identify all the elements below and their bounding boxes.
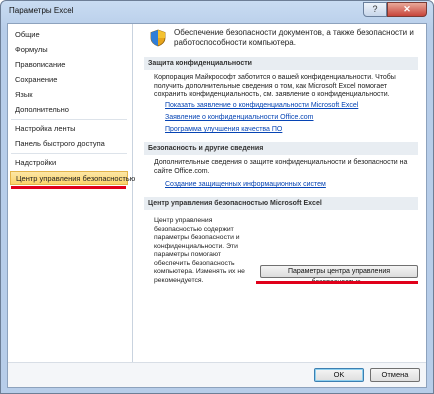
secure-systems-link[interactable]: Создание защищенных информационных систе… — [165, 181, 326, 188]
window-title: Параметры Excel — [9, 6, 74, 15]
excel-privacy-statement-link[interactable]: Показать заявление о конфиденциальности … — [165, 102, 358, 109]
privacy-section-header: Защита конфиденциальности — [144, 57, 418, 70]
nav-item-trust-center[interactable]: Центр управления безопасностью — [10, 171, 135, 185]
office-privacy-statement-link[interactable]: Заявление о конфиденциальности Office.co… — [165, 114, 314, 121]
ok-button[interactable]: OK — [314, 368, 364, 382]
cancel-button[interactable]: Отмена — [370, 368, 420, 382]
shield-icon — [150, 29, 166, 47]
trust-center-settings-button[interactable]: Параметры центра управления безопасность… — [260, 265, 418, 286]
dialog-footer: OK Отмена — [8, 362, 426, 387]
nav-item-customize-ribbon[interactable]: Настройка ленты — [10, 122, 128, 136]
nav-divider — [11, 119, 127, 120]
trust-center-section-header: Центр управления безопасностью Microsoft… — [144, 197, 418, 210]
title-bar[interactable]: Параметры Excel ? ✕ — [1, 1, 433, 21]
nav-item-add-ins[interactable]: Надстройки — [10, 156, 128, 170]
trust-center-text: Центр управления безопасностью содержит … — [154, 217, 245, 284]
close-button[interactable]: ✕ — [387, 2, 427, 17]
ceip-link[interactable]: Программа улучшения качества ПО — [165, 126, 282, 133]
nav-item-proofing[interactable]: Правописание — [10, 58, 128, 72]
nav-item-formulas[interactable]: Формулы — [10, 43, 128, 57]
security-text: Дополнительные сведения о защите конфиде… — [154, 159, 408, 175]
red-underline-annotation — [256, 281, 418, 284]
trust-center-pane: Обеспечение безопасности документов, а т… — [138, 24, 422, 365]
security-section-header: Безопасность и другие сведения — [144, 142, 418, 155]
red-underline-annotation — [11, 186, 126, 189]
trust-center-description: Обеспечение безопасности документов, а т… — [174, 28, 414, 47]
nav-item-general[interactable]: Общие — [10, 28, 128, 42]
nav-item-language[interactable]: Язык — [10, 88, 128, 102]
excel-options-dialog: Параметры Excel ? ✕ Общие Формулы Правоп… — [0, 0, 434, 394]
help-button[interactable]: ? — [363, 2, 387, 17]
privacy-text: Корпорация Майкрософт заботится о вашей … — [154, 74, 396, 98]
options-nav: Общие Формулы Правописание Сохранение Яз… — [8, 24, 135, 365]
nav-item-advanced[interactable]: Дополнительно — [10, 103, 128, 117]
nav-item-save[interactable]: Сохранение — [10, 73, 128, 87]
nav-item-quick-access-toolbar[interactable]: Панель быстрого доступа — [10, 137, 128, 151]
dialog-body: Общие Формулы Правописание Сохранение Яз… — [7, 23, 427, 388]
nav-divider — [11, 153, 127, 154]
